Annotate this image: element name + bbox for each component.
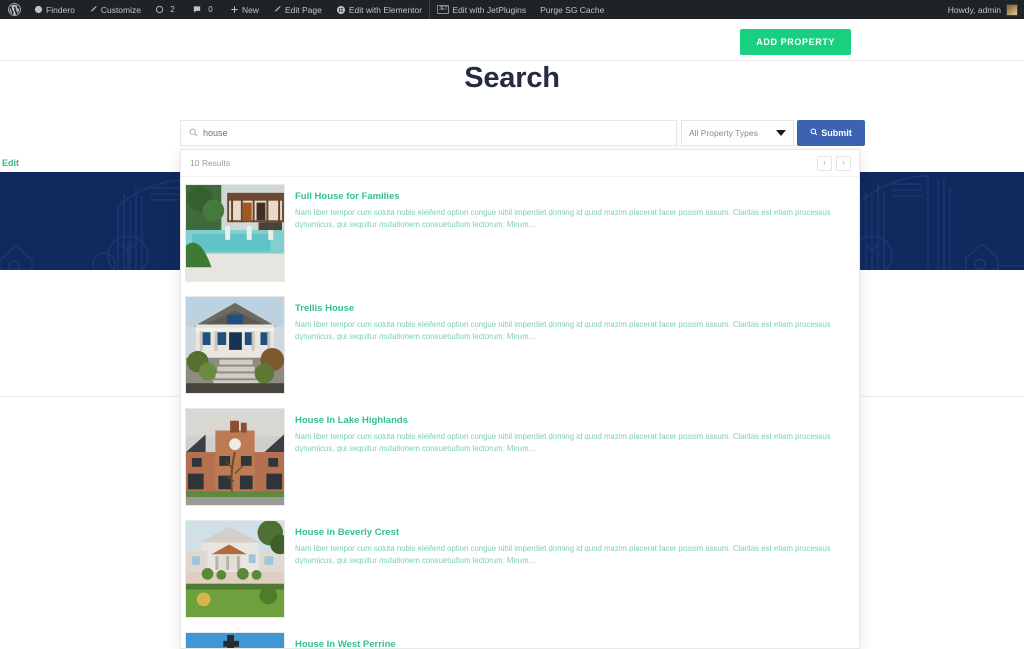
adminbar-item-edit-with-jetplugins[interactable]: JET Edit with JetPlugins [429, 0, 533, 19]
adminbar-label: Edit with Elementor [348, 4, 423, 15]
wp-admin-bar: Findero Customize 2 0 New Edit Page Edit… [0, 0, 1024, 19]
adminbar-label: Edit Page [285, 4, 322, 15]
comment-icon [193, 6, 201, 13]
adminbar-label: Edit with JetPlugins [452, 4, 527, 15]
result-item-4[interactable]: House In West Perrine Nam liber tempor c… [181, 625, 859, 648]
jetplugins-icon: JET [437, 5, 450, 14]
adminbar-label: Purge SG Cache [540, 4, 605, 15]
result-thumbnail-brick-house-dark-roof[interactable] [185, 408, 285, 506]
adminbar-item-updates[interactable]: 2 [148, 0, 185, 19]
result-body: House in Beverly Crest Nam liber tempor … [295, 520, 835, 618]
search-form: All Property Types Submit [180, 120, 868, 146]
results-header: 10 Results ‹ › [181, 150, 859, 177]
elementor-edit-link[interactable]: Edit [2, 158, 19, 168]
submit-button-label: Submit [821, 128, 852, 138]
updates-icon [155, 5, 164, 14]
adminbar-item-edit-page[interactable]: Edit Page [266, 0, 329, 19]
result-description: Nam liber tempor cum soluta nobis eleife… [295, 320, 831, 342]
result-title[interactable]: House In West Perrine [295, 639, 835, 648]
adminbar-label: Customize [100, 4, 141, 15]
results-pagination: ‹ › [817, 155, 851, 171]
result-item-3[interactable]: House in Beverly Crest Nam liber tempor … [181, 513, 859, 625]
comments-count: 0 [208, 5, 213, 14]
updates-count: 2 [170, 5, 175, 14]
adminbar-item-purge-sg-cache[interactable]: Purge SG Cache [533, 0, 611, 19]
paintbrush-icon [90, 6, 97, 12]
howdy-label: Howdy, admin [947, 4, 1001, 15]
adminbar-item-new[interactable]: New [223, 0, 266, 19]
adminbar-item-customize[interactable]: Customize [82, 0, 148, 19]
result-body: Full House for Families Nam liber tempor… [295, 184, 835, 282]
search-icon [810, 128, 818, 138]
result-title[interactable]: House In Lake Highlands [295, 415, 835, 426]
add-property-button[interactable]: ADD PROPERTY [740, 29, 851, 55]
property-type-value: All Property Types [689, 128, 758, 138]
adminbar-item-comments[interactable]: 0 [185, 0, 223, 19]
chevron-right-icon[interactable]: › [836, 155, 851, 171]
search-input[interactable] [203, 128, 668, 138]
submit-button[interactable]: Submit [797, 120, 865, 146]
plus-icon [231, 6, 238, 13]
page-title: Search [464, 62, 560, 94]
result-body: Trellis House Nam liber tempor cum solut… [295, 296, 835, 394]
result-title[interactable]: Trellis House [295, 303, 835, 314]
elementor-icon [336, 5, 345, 14]
result-thumbnail-house-with-blue-sky[interactable] [185, 632, 285, 648]
adminbar-account[interactable]: Howdy, admin [947, 3, 1024, 16]
result-item-2[interactable]: House In Lake Highlands Nam liber tempor… [181, 401, 859, 513]
result-description: Nam liber tempor cum soluta nobis eleife… [295, 544, 831, 566]
pencil-icon [275, 6, 281, 12]
adminbar-label: Findero [46, 4, 75, 15]
result-title[interactable]: House in Beverly Crest [295, 527, 835, 538]
site-icon [34, 5, 43, 14]
result-body: House In Lake Highlands Nam liber tempor… [295, 408, 835, 506]
chevron-down-icon [776, 130, 786, 136]
result-thumbnail-white-villa-with-lawn[interactable] [185, 520, 285, 618]
avatar [1006, 3, 1018, 16]
wordpress-logo-icon[interactable] [0, 0, 27, 19]
result-item-1[interactable]: Trellis House Nam liber tempor cum solut… [181, 289, 859, 401]
adminbar-label: New [241, 4, 259, 15]
results-list: Full House for Families Nam liber tempor… [181, 177, 859, 648]
result-thumbnail-craftsman-house-with-steps[interactable] [185, 296, 285, 394]
results-count: 10 Results [190, 158, 231, 168]
chevron-left-icon[interactable]: ‹ [817, 155, 832, 171]
site-header: ADD PROPERTY [0, 19, 1024, 61]
result-item-0[interactable]: Full House for Families Nam liber tempor… [181, 177, 859, 289]
search-input-wrapper[interactable] [180, 120, 677, 146]
result-thumbnail-modern-house-with-pool[interactable] [185, 184, 285, 282]
property-type-select[interactable]: All Property Types [681, 120, 794, 146]
adminbar-item-edit-with-elementor[interactable]: Edit with Elementor [329, 0, 429, 19]
result-description: Nam liber tempor cum soluta nobis eleife… [295, 208, 831, 230]
search-results-panel: 10 Results ‹ › Full House for Families N… [180, 149, 860, 649]
adminbar-item-site-name[interactable]: Findero [27, 0, 82, 19]
result-body: House In West Perrine Nam liber tempor c… [295, 632, 835, 648]
result-title[interactable]: Full House for Families [295, 191, 835, 202]
search-icon [189, 124, 198, 142]
result-description: Nam liber tempor cum soluta nobis eleife… [295, 432, 831, 454]
